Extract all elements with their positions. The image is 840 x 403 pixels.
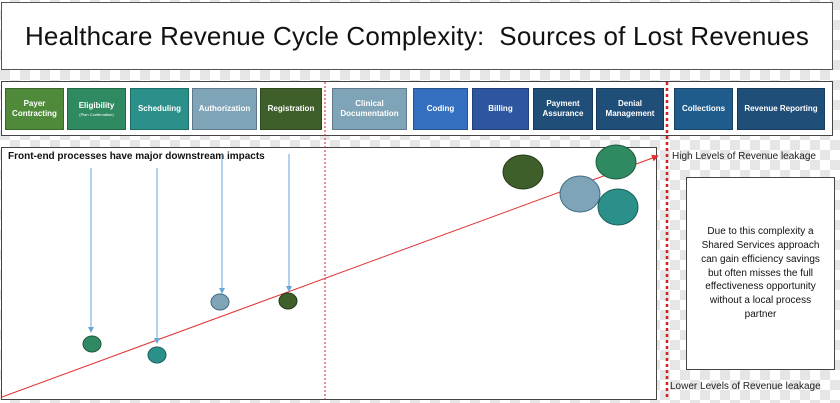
impact-bubble-billing bbox=[597, 188, 639, 226]
impact-bubble-registration bbox=[278, 292, 298, 310]
low-leakage-label: Lower Levels of Revenue leakage bbox=[670, 381, 821, 392]
impact-bubble-clinical-documentation bbox=[559, 175, 601, 213]
impact-bubble-scheduling bbox=[147, 346, 167, 364]
impact-bubble-coding bbox=[595, 144, 637, 180]
impact-bubble-payer-contracting bbox=[502, 154, 544, 190]
shared-services-callout: Due to this complexity a Shared Services… bbox=[686, 177, 835, 370]
callout-text: Due to this complexity a Shared Services… bbox=[701, 226, 820, 320]
high-leakage-label: High Levels of Revenue leakage bbox=[672, 151, 816, 162]
impact-bubble-eligibility bbox=[82, 335, 102, 353]
impact-bubble-authorization bbox=[210, 293, 230, 311]
